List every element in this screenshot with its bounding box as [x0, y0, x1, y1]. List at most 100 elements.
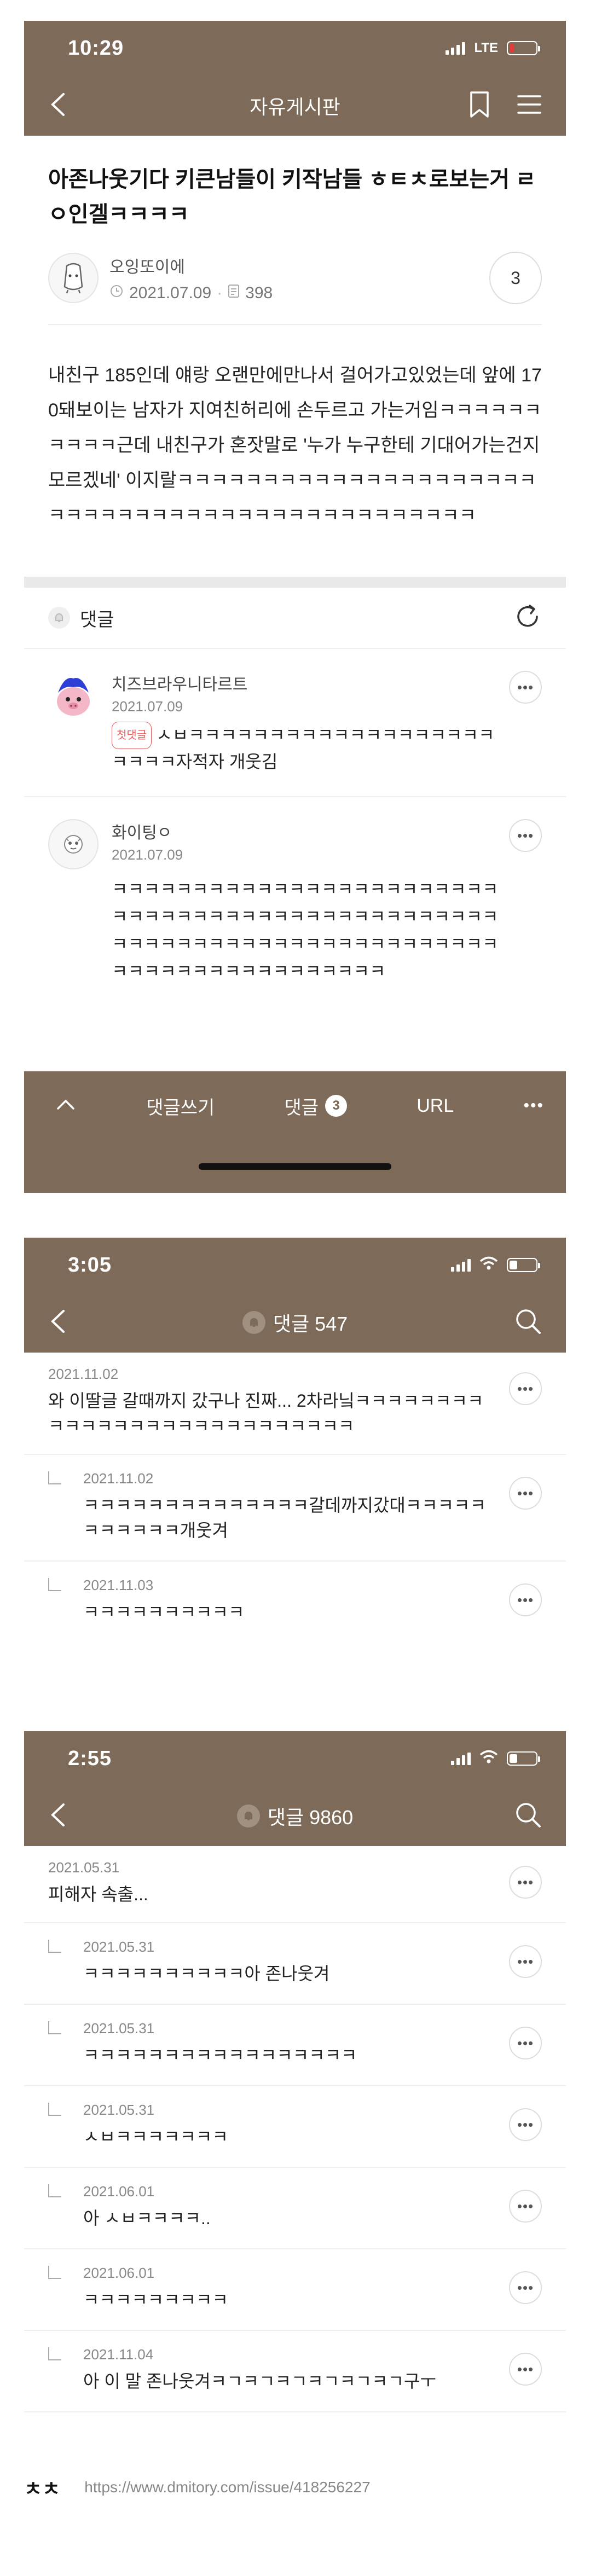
comment-text-body: ㅅㅂㅋㅋㅋㅋㅋㅋㅋㅋㅋㅋㅋㅋㅋㅋㅋㅋㅋㅋㅋㅋㅋㅋㅋ자적자 개웃김 — [112, 725, 495, 771]
status-bar: 10:29 LTE 자유게시판 — [24, 21, 566, 136]
bottom-bar: 댓글쓰기 댓글 3 URL ••• — [24, 1071, 566, 1140]
reply-arrow-icon — [48, 2347, 61, 2360]
nav-bar: 댓글 9860 — [24, 1786, 566, 1846]
comment-date: 2021.11.02 — [48, 1366, 119, 1382]
more-options-button[interactable]: ••• — [509, 1866, 542, 1899]
more-options-button[interactable]: ••• — [509, 2027, 542, 2059]
more-options-button[interactable]: ••• — [509, 2271, 542, 2304]
comment-date: 2021.11.03 — [83, 1577, 154, 1593]
search-icon[interactable] — [514, 1308, 542, 1338]
comment-text: 아 이 말 존나웃겨ㅋㄱㅋㄱㅋㄱㅋㄱㅋㄱㅋㄱ구ㅜ — [83, 2371, 436, 2391]
comment-text: ㅋㅋㅋㅋㅋㅋㅋㅋㅋㅋㅋㅋㅋㅋㅋㅋㅋ — [83, 2045, 357, 2065]
comment-item: 치즈브라우니타르트 2021.07.09 첫댓글 ㅅㅂㅋㅋㅋㅋㅋㅋㅋㅋㅋㅋㅋㅋㅋㅋ… — [24, 649, 566, 797]
footer-mark: ㅊㅊ — [24, 2478, 61, 2500]
comment-date: 2021.11.04 — [83, 2346, 154, 2363]
battery-icon — [507, 41, 540, 55]
reply-item: 2021.06.01 ㅋㅋㅋㅋㅋㅋㅋㅋㅋ ••• — [24, 2249, 566, 2331]
comment-date: 2021.05.31 — [83, 2020, 155, 2037]
post-body: 내친구 185인데 얘랑 오랜만에만나서 걸어가고있었는데 앞에 170돼보이는… — [48, 365, 542, 526]
nav-bar: 댓글 547 — [24, 1292, 566, 1353]
post-meta: 오잉또이에 2021.07.09 · 398 3 — [48, 252, 542, 325]
signal-icon — [446, 42, 466, 55]
status-time: 3:05 — [68, 1253, 112, 1277]
reply-arrow-icon — [48, 2184, 61, 2197]
comment-text: 피해자 속출... — [48, 1884, 148, 1904]
reply-item: 2021.11.04 아 이 말 존나웃겨ㅋㄱㅋㄱㅋㄱㅋㄱㅋㄱㅋㄱ구ㅜ ••• — [24, 2331, 566, 2412]
comment-count-button[interactable]: 3 — [489, 252, 542, 304]
wifi-icon — [479, 1256, 498, 1274]
post-views: 398 — [245, 284, 273, 302]
reply-arrow-icon — [48, 1578, 61, 1591]
bell-icon — [242, 1311, 265, 1334]
reply-item: 2021.06.01 아 ㅅㅂㅋㅋㅋㅋ.. ••• — [24, 2168, 566, 2249]
comment-text: ㅋㅋㅋㅋㅋㅋㅋㅋㅋ — [83, 2290, 228, 2310]
nav-title: 댓글 9860 — [267, 1806, 354, 1829]
comment-date: 2021.05.31 — [83, 2102, 155, 2118]
comment-text: ㅋㅋㅋㅋㅋㅋㅋㅋㅋㅋㅋㅋㅋㅋ갈데까지갔대ㅋㅋㅋㅋㅋㅋㅋㅋㅋㅋㅋ개웃겨 — [83, 1495, 487, 1540]
author-name[interactable]: 오잉또이에 — [109, 253, 489, 277]
reply-item: 2021.11.02 ㅋㅋㅋㅋㅋㅋㅋㅋㅋㅋㅋㅋㅋㅋ갈데까지갔대ㅋㅋㅋㅋㅋㅋㅋㅋㅋㅋ… — [24, 1455, 566, 1562]
commenter-avatar[interactable] — [48, 671, 99, 721]
comment-date: 2021.07.09 — [112, 846, 183, 863]
more-options-button[interactable]: ••• — [509, 1945, 542, 1978]
source-footer: ㅊㅊ https://www.dmitory.com/issue/4182562… — [24, 2473, 371, 2502]
menu-icon[interactable] — [517, 94, 542, 118]
screen-comments-9860: 2:55 댓글 9860 2021.05.31 피해자 속출... ••• 202… — [24, 1731, 566, 2464]
bottom-bar-wrap: 댓글쓰기 댓글 3 URL ••• — [24, 1071, 566, 1193]
back-icon[interactable] — [48, 1309, 67, 1337]
comment-item: 2021.11.02 와 이딸글 갈때까지 갔구나 진짜... 2차라닠ㅋㅋㅋㅋㅋ… — [24, 1353, 566, 1455]
comment-date: 2021.11.02 — [83, 1470, 154, 1487]
bookmark-icon[interactable] — [468, 90, 490, 121]
more-options-button[interactable]: ••• — [509, 671, 542, 704]
views-icon — [228, 284, 240, 303]
reply-arrow-icon — [48, 2266, 61, 2279]
clock-icon — [109, 284, 124, 303]
author-avatar[interactable] — [48, 253, 99, 303]
back-icon[interactable] — [48, 1802, 67, 1830]
commenter-name[interactable]: 치즈브라우니타르트 — [112, 671, 509, 695]
more-options-button[interactable]: ••• — [509, 819, 542, 852]
comments-tab-button[interactable]: 댓글 3 — [285, 1093, 348, 1119]
dot-separator: · — [217, 284, 223, 302]
reply-arrow-icon — [48, 2103, 61, 2116]
signal-icon — [451, 1752, 471, 1765]
comment-date: 2021.05.31 — [83, 1939, 155, 1955]
refresh-icon[interactable] — [513, 602, 542, 634]
more-options-button[interactable]: ••• — [509, 1583, 542, 1616]
battery-icon — [507, 1751, 540, 1766]
comments-label: 댓글 — [80, 609, 114, 630]
network-label: LTE — [474, 40, 498, 55]
more-options-button[interactable]: ••• — [509, 2353, 542, 2386]
reply-arrow-icon — [48, 2021, 61, 2034]
nav-title: 댓글 547 — [273, 1313, 348, 1335]
nav-bar: 자유게시판 — [24, 76, 566, 136]
more-icon[interactable]: ••• — [523, 1096, 544, 1115]
status-icons — [451, 1750, 540, 1768]
source-link[interactable]: https://www.dmitory.com/issue/418256227 — [84, 2479, 370, 2496]
url-button[interactable]: URL — [417, 1095, 454, 1117]
commenter-name[interactable]: 화이팅ㅇ — [112, 819, 509, 843]
write-comment-button[interactable]: 댓글쓰기 — [146, 1093, 215, 1119]
comment-date: 2021.06.01 — [83, 2183, 155, 2200]
status-time: 2:55 — [68, 1747, 112, 1770]
more-options-button[interactable]: ••• — [509, 2108, 542, 2141]
chevron-up-icon[interactable] — [55, 1095, 77, 1117]
more-options-button[interactable]: ••• — [509, 1477, 542, 1510]
comment-text: 아 ㅅㅂㅋㅋㅋㅋ.. — [83, 2208, 211, 2228]
commenter-avatar[interactable] — [48, 819, 99, 869]
post-article: 아존나웃기다 키큰남들이 키작남들 ㅎㅌㅊ로보는거 ㄹㅇ인겔ㅋㅋㅋㅋ 오잉또이에… — [24, 136, 566, 577]
comment-date: 2021.05.31 — [48, 1859, 120, 1876]
comments-count-badge: 3 — [325, 1095, 348, 1117]
more-options-button[interactable]: ••• — [509, 1372, 542, 1405]
more-options-button[interactable]: ••• — [509, 2190, 542, 2223]
screen-post: 10:29 LTE 자유게시판 아존나웃기다 키큰남들이 키작남들 ㅎㅌㅊ로보는… — [24, 21, 566, 1193]
comment-item: 화이팅ㅇ 2021.07.09 ㅋㅋㅋㅋㅋㅋㅋㅋㅋㅋㅋㅋㅋㅋㅋㅋㅋㅋㅋㅋㅋㅋㅋㅋ… — [24, 797, 566, 1007]
comment-text: ㅋㅋㅋㅋㅋㅋㅋㅋㅋㅋ — [83, 1602, 245, 1622]
first-comment-badge: 첫댓글 — [112, 722, 152, 749]
search-icon[interactable] — [514, 1801, 542, 1831]
comment-date: 2021.06.01 — [83, 2265, 155, 2281]
back-icon[interactable] — [48, 92, 67, 120]
battery-icon — [507, 1258, 540, 1272]
reply-arrow-icon — [48, 1471, 61, 1484]
status-time: 10:29 — [68, 36, 124, 60]
